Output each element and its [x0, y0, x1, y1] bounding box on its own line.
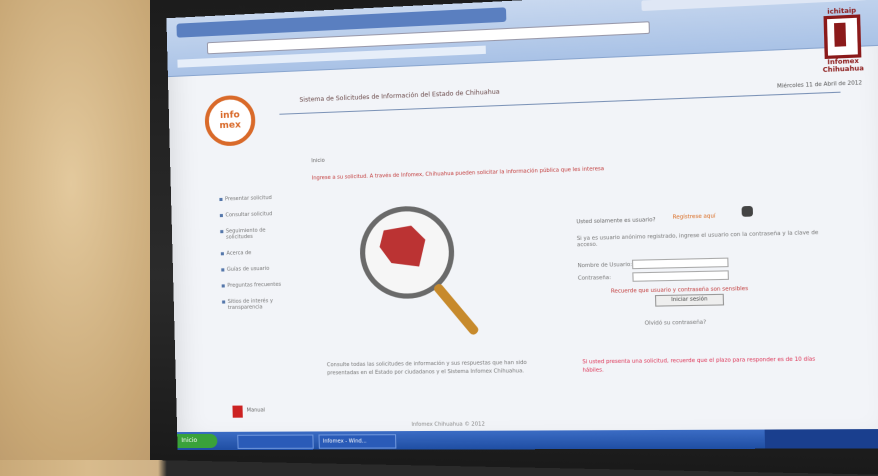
note-left: Consulte todas las solicitudes de inform… [326, 359, 527, 377]
forgot-password-link[interactable]: Olvidó su contraseña? [645, 320, 707, 327]
chihuahua-map-icon [379, 225, 426, 267]
manual-link[interactable]: Manual [247, 407, 266, 413]
register-link[interactable]: Regístrese aquí [673, 213, 716, 220]
breadcrumb[interactable]: Inicio [311, 158, 325, 165]
username-label: Nombre de Usuario: [577, 261, 633, 270]
sidebar-item[interactable]: Presentar solicitud [219, 194, 290, 202]
note-right: Si usted presenta una solicitud, recuerd… [582, 356, 816, 374]
infomex-logo: info mex [204, 94, 256, 147]
user-icon [741, 205, 754, 217]
password-input[interactable] [632, 270, 729, 282]
sidebar-item[interactable]: Seguimiento de solicitudes [220, 227, 291, 241]
intro-text: Ingrese a su solicitud. A través de Info… [311, 165, 605, 182]
login-question: Usted solamente es usuario? [576, 217, 656, 226]
sidebar-item[interactable]: Acerca de [220, 249, 291, 257]
magnifier-handle [432, 282, 481, 337]
login-help: Si ya es usuario anónimo registrado, ing… [576, 229, 819, 249]
sidebar-item[interactable]: Sitios de interés y transparencia [222, 298, 293, 311]
logo-text-bottom: mex [219, 120, 241, 132]
ichitaip-logo: ichitaip Infomex Chihuahua [819, 7, 867, 74]
sidebar-item[interactable]: Consultar solicitud [219, 211, 290, 219]
password-label: Contraseña: [577, 274, 612, 282]
current-date: Miércoles 11 de Abril de 2012 [776, 80, 863, 90]
start-button[interactable]: Inicio [177, 433, 218, 449]
username-input[interactable] [631, 257, 729, 270]
sidebar: Presentar solicitud Consultar solicitud … [219, 194, 293, 321]
system-tray[interactable] [764, 428, 878, 449]
page-title: Sistema de Solicitudes de Información de… [299, 88, 500, 104]
door-icon [823, 14, 862, 60]
taskbar-item[interactable] [237, 434, 314, 449]
case-warning: Recuerde que usuario y contraseña son se… [610, 285, 749, 295]
login-button[interactable]: Iniciar sesión [654, 293, 725, 307]
sidebar-item[interactable]: Preguntas frecuentes [221, 282, 292, 290]
logo-right-bottom: Infomex Chihuahua [822, 57, 865, 75]
screen: info mex Sistema de Solicitudes de Infor… [166, 0, 878, 451]
sidebar-item[interactable]: Guías de usuario [221, 265, 292, 273]
taskbar-item[interactable]: Infomex - Wind... [318, 434, 397, 449]
footer-text: Infomex Chihuahua © 2012 [411, 421, 485, 428]
taskbar: Inicio Infomex - Wind... [177, 428, 878, 451]
pdf-icon[interactable] [232, 405, 243, 418]
